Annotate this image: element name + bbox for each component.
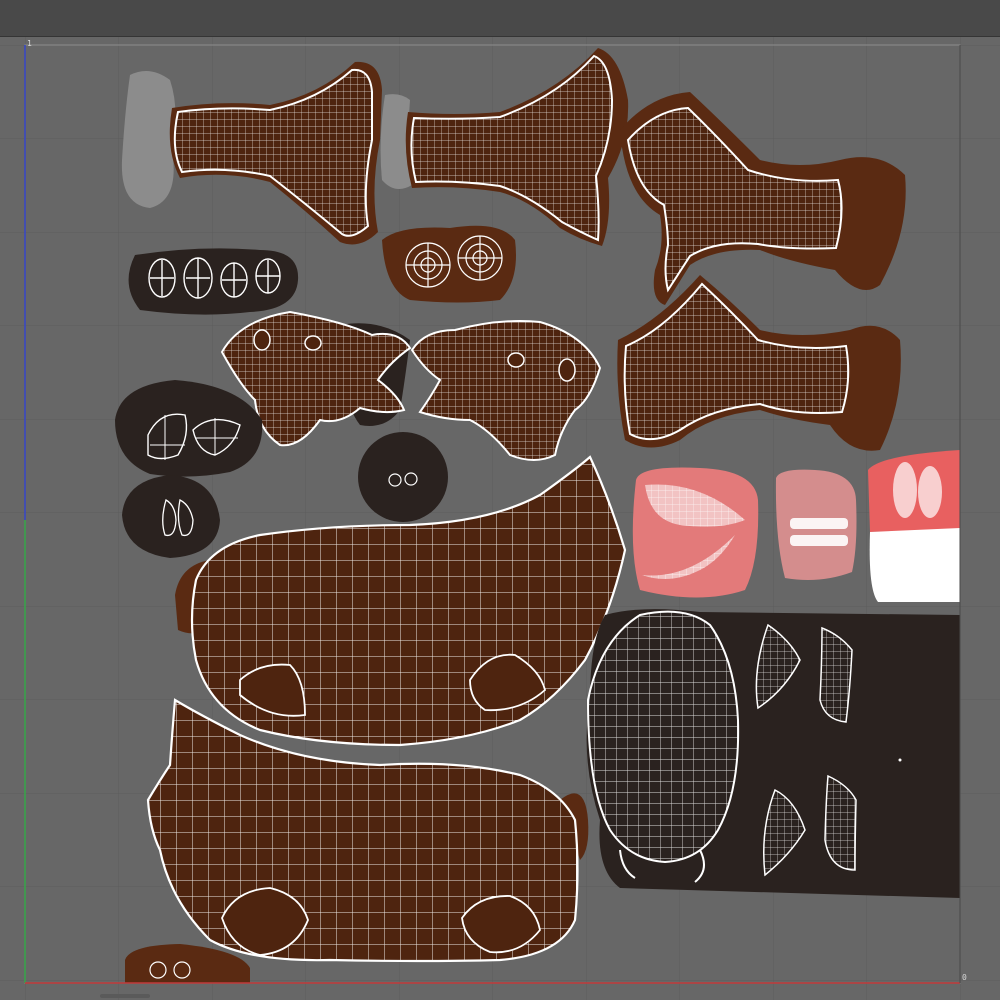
tile-min-label: 0 xyxy=(962,973,967,982)
tongue-shells[interactable] xyxy=(632,467,759,598)
gum-shells[interactable] xyxy=(868,450,960,602)
tile-max-label: 1 xyxy=(27,39,32,48)
claw-shells[interactable] xyxy=(128,248,299,315)
eye-socket-shells[interactable] xyxy=(382,225,516,303)
eye-shells[interactable] xyxy=(358,432,448,522)
uv-editor-viewport[interactable]: 1 0 xyxy=(0,37,1000,1000)
horizontal-scrollbar[interactable] xyxy=(100,994,150,998)
teeth-shells[interactable] xyxy=(775,469,857,580)
editor-toolbar xyxy=(0,0,1000,37)
uv-canvas[interactable] xyxy=(0,37,1000,1000)
